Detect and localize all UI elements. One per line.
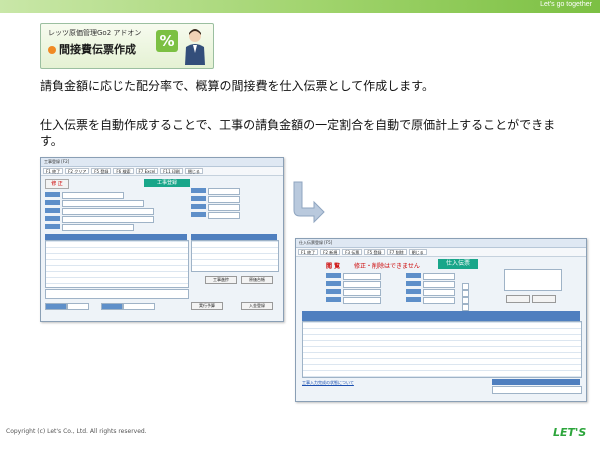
field-label <box>326 281 341 286</box>
field-label <box>191 188 206 193</box>
detail-grid[interactable] <box>45 240 189 288</box>
construction-progress-button[interactable]: 工事進捗 <box>205 276 237 284</box>
toolbar-button[interactable]: F6 検索 <box>113 168 134 174</box>
input-field[interactable] <box>62 192 124 199</box>
mode-indicator: 閲 覧 <box>326 263 341 270</box>
person-icon <box>185 29 205 65</box>
input-field[interactable] <box>423 297 455 304</box>
field-label <box>191 204 206 209</box>
field-label <box>45 224 60 229</box>
toolbar-button[interactable]: F2 クリア <box>65 168 90 174</box>
field-label <box>45 192 60 197</box>
field-label <box>45 303 67 310</box>
field-label <box>406 281 421 286</box>
cost-ledger-button[interactable]: 原価台帳 <box>241 276 273 284</box>
memo-box[interactable] <box>504 269 562 291</box>
window-title: 仕入伝票登録 [F5] <box>296 239 586 248</box>
toolbar-button[interactable]: F11 印刷 <box>160 168 183 174</box>
close-button[interactable]: 閉じる <box>184 168 203 174</box>
grid-header <box>302 311 580 321</box>
description-paragraph-2: 仕入伝票を自動作成することで、工事の請負金額の一定割合を自動で原価計上することが… <box>40 118 556 148</box>
input-field[interactable] <box>423 289 455 296</box>
field-label <box>45 216 60 221</box>
toolbar-button[interactable]: F1 終了 <box>43 168 64 174</box>
input-field[interactable] <box>62 200 144 207</box>
field-label <box>45 200 60 205</box>
status-link[interactable]: 工事入力完成の状態について <box>302 380 354 386</box>
tagline: Let's go together <box>540 1 592 8</box>
toolbar-button[interactable]: F5 登録 <box>91 168 112 174</box>
field-label <box>191 196 206 201</box>
input-field[interactable] <box>62 216 154 223</box>
checkbox[interactable] <box>462 297 469 304</box>
copyright: Copyright (c) Let's Co., Ltd. All rights… <box>6 428 147 435</box>
input-field[interactable] <box>343 297 381 304</box>
input-field[interactable] <box>62 224 134 231</box>
line-items-grid[interactable] <box>302 321 582 378</box>
checkbox[interactable] <box>462 290 469 297</box>
input-field[interactable] <box>123 303 155 310</box>
window-toolbar: F1 終了 F2 新規 F3 伝票 F5 登録 F7 削除 閉じる <box>296 248 586 257</box>
totals-row <box>492 386 582 394</box>
input-field[interactable] <box>343 289 381 296</box>
construction-register-window: 工事登録 [F2] F1 終了 F2 クリア F5 登録 F6 検索 F7 Ex… <box>40 157 284 322</box>
bullet-icon <box>48 46 56 54</box>
summary-row <box>45 289 189 299</box>
form-banner: 仕入伝票 <box>438 259 478 269</box>
toolbar-button[interactable]: F1 終了 <box>298 249 319 255</box>
readonly-warning: 修正・削除はできません <box>354 263 420 270</box>
field-label <box>326 297 341 302</box>
toolbar-button[interactable]: F7 Excel <box>135 168 159 174</box>
field-label <box>45 208 60 213</box>
input-field[interactable] <box>208 196 240 203</box>
field-label <box>406 273 421 278</box>
badge-title: 間接費伝票作成 <box>59 43 136 56</box>
budget-button[interactable]: 実行予算 <box>191 302 223 310</box>
input-field[interactable] <box>423 273 455 280</box>
toolbar-button[interactable]: F7 削除 <box>386 249 407 255</box>
form-banner: 工事登録 <box>144 179 190 187</box>
field-label <box>406 297 421 302</box>
arrow-icon <box>293 181 325 224</box>
lets-logo: LET'S <box>553 426 587 439</box>
input-field[interactable] <box>62 208 154 215</box>
window-title: 工事登録 [F2] <box>41 158 283 167</box>
input-field[interactable] <box>343 273 381 280</box>
feature-badge: レッツ原価管理Go2 アドオン 間接費伝票作成 % <box>40 23 214 69</box>
input-field[interactable] <box>67 303 89 310</box>
toolbar-button[interactable]: F2 新規 <box>320 249 341 255</box>
field-label <box>191 212 206 217</box>
side-grid[interactable] <box>191 240 279 272</box>
checkbox[interactable] <box>462 304 469 311</box>
window-toolbar: F1 終了 F2 クリア F5 登録 F6 検索 F7 Excel F11 印刷… <box>41 167 283 176</box>
action-button[interactable] <box>532 295 556 303</box>
payment-button[interactable]: 入金登録 <box>241 302 273 310</box>
input-field[interactable] <box>423 281 455 288</box>
input-field[interactable] <box>208 212 240 219</box>
input-field[interactable] <box>343 281 381 288</box>
field-label <box>326 289 341 294</box>
checkbox[interactable] <box>462 283 469 290</box>
purchase-slip-window: 仕入伝票登録 [F5] F1 終了 F2 新規 F3 伝票 F5 登録 F7 削… <box>295 238 587 402</box>
totals-header <box>492 379 580 385</box>
top-banner: Let's go together <box>0 0 600 13</box>
percent-icon: % <box>156 30 178 52</box>
close-button[interactable]: 閉じる <box>408 249 427 255</box>
field-label <box>326 273 341 278</box>
mode-indicator: 修 正 <box>45 179 69 189</box>
description-paragraph-1: 請負金額に応じた配分率で、概算の間接費を仕入伝票として作成します。 <box>40 79 434 93</box>
field-label <box>101 303 123 310</box>
badge-subtitle: レッツ原価管理Go2 アドオン <box>48 29 142 37</box>
input-field[interactable] <box>208 188 240 195</box>
field-label <box>406 289 421 294</box>
input-field[interactable] <box>208 204 240 211</box>
toolbar-button[interactable]: F3 伝票 <box>342 249 363 255</box>
action-button[interactable] <box>506 295 530 303</box>
toolbar-button[interactable]: F5 登録 <box>364 249 385 255</box>
